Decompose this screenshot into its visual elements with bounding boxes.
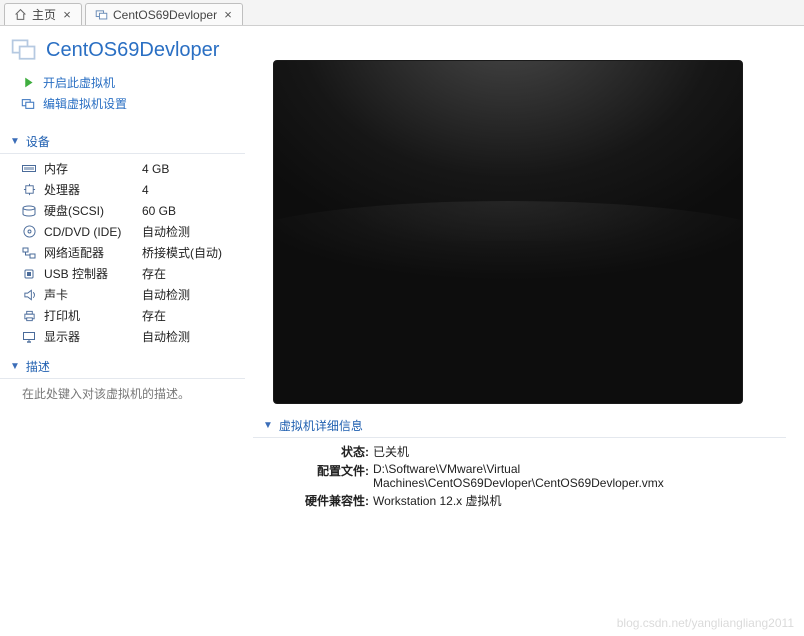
device-row-cpu[interactable]: 处理器 4 bbox=[0, 179, 245, 200]
device-value: 自动检测 bbox=[142, 286, 190, 303]
device-value: 4 GB bbox=[142, 162, 169, 176]
device-value: 桥接模式(自动) bbox=[142, 244, 222, 261]
description-placeholder[interactable]: 在此处键入对该虚拟机的描述。 bbox=[0, 383, 245, 406]
section-title: 虚拟机详细信息 bbox=[279, 417, 363, 434]
detail-value: D:\Software\VMware\Virtual Machines\Cent… bbox=[373, 462, 773, 490]
network-icon bbox=[20, 247, 38, 259]
tab-vm[interactable]: CentOS69Devloper × bbox=[85, 3, 243, 25]
section-title: 设备 bbox=[26, 133, 50, 150]
device-row-memory[interactable]: 内存 4 GB bbox=[0, 158, 245, 179]
device-value: 存在 bbox=[142, 265, 166, 282]
device-row-usb[interactable]: USB 控制器 存在 bbox=[0, 263, 245, 284]
right-pane: ▼ 虚拟机详细信息 状态: 已关机 配置文件: D:\Software\VMwa… bbox=[245, 26, 804, 636]
detail-value: 已关机 bbox=[373, 443, 409, 460]
cpu-icon bbox=[20, 183, 38, 196]
tab-home[interactable]: 主页 × bbox=[4, 3, 82, 25]
description-section: ▼ 描述 在此处键入对该虚拟机的描述。 bbox=[0, 355, 245, 406]
device-name: USB 控制器 bbox=[44, 265, 142, 282]
device-row-network[interactable]: 网络适配器 桥接模式(自动) bbox=[0, 242, 245, 263]
display-icon bbox=[20, 331, 38, 343]
chevron-down-icon: ▼ bbox=[10, 361, 20, 372]
memory-icon bbox=[20, 164, 38, 174]
detail-value: Workstation 12.x 虚拟机 bbox=[373, 492, 502, 509]
action-label: 编辑虚拟机设置 bbox=[43, 95, 127, 112]
section-header-devices[interactable]: ▼ 设备 bbox=[0, 130, 245, 154]
section-header-details[interactable]: ▼ 虚拟机详细信息 bbox=[253, 414, 786, 438]
chevron-down-icon: ▼ bbox=[10, 136, 20, 147]
sound-icon bbox=[20, 289, 38, 301]
section-title: 描述 bbox=[26, 358, 50, 375]
device-value: 自动检测 bbox=[142, 328, 190, 345]
device-row-disk[interactable]: 硬盘(SCSI) 60 GB bbox=[0, 200, 245, 221]
device-name: 打印机 bbox=[44, 307, 142, 324]
tab-bar: 主页 × CentOS69Devloper × bbox=[0, 0, 804, 26]
device-row-display[interactable]: 显示器 自动检测 bbox=[0, 326, 245, 347]
device-value: 存在 bbox=[142, 307, 166, 324]
device-name: CD/DVD (IDE) bbox=[44, 225, 142, 239]
disc-icon bbox=[20, 225, 38, 238]
devices-section: ▼ 设备 内存 4 GB 处理器 4 硬盘(SCSI) 60 GB bbox=[0, 130, 245, 347]
page-title: CentOS69Devloper bbox=[46, 39, 219, 62]
device-value: 4 bbox=[142, 183, 149, 197]
vm-icon bbox=[10, 36, 38, 64]
edit-vm-settings-link[interactable]: 编辑虚拟机设置 bbox=[20, 95, 245, 112]
device-row-sound[interactable]: 声卡 自动检测 bbox=[0, 284, 245, 305]
settings-icon bbox=[20, 96, 36, 112]
detail-key: 硬件兼容性: bbox=[301, 492, 369, 509]
play-icon bbox=[20, 75, 36, 91]
printer-icon bbox=[20, 310, 38, 322]
device-value: 60 GB bbox=[142, 204, 176, 218]
section-header-description[interactable]: ▼ 描述 bbox=[0, 355, 245, 379]
detail-row-config: 配置文件: D:\Software\VMware\Virtual Machine… bbox=[301, 461, 786, 491]
main-layout: CentOS69Devloper 开启此虚拟机 编辑虚拟机设置 bbox=[0, 26, 804, 636]
device-row-printer[interactable]: 打印机 存在 bbox=[0, 305, 245, 326]
chevron-down-icon: ▼ bbox=[263, 420, 273, 431]
vm-title-row: CentOS69Devloper bbox=[0, 32, 245, 72]
tab-label: CentOS69Devloper bbox=[113, 8, 217, 22]
vm-actions: 开启此虚拟机 编辑虚拟机设置 bbox=[0, 72, 245, 122]
power-on-vm-link[interactable]: 开启此虚拟机 bbox=[20, 74, 245, 91]
close-icon[interactable]: × bbox=[222, 9, 234, 21]
home-icon bbox=[13, 8, 27, 22]
device-name: 处理器 bbox=[44, 181, 142, 198]
vm-details-section: ▼ 虚拟机详细信息 状态: 已关机 配置文件: D:\Software\VMwa… bbox=[245, 414, 786, 510]
vm-tab-icon bbox=[94, 8, 108, 22]
detail-row-state: 状态: 已关机 bbox=[301, 442, 786, 461]
device-name: 显示器 bbox=[44, 328, 142, 345]
device-name: 网络适配器 bbox=[44, 244, 142, 261]
device-row-cddvd[interactable]: CD/DVD (IDE) 自动检测 bbox=[0, 221, 245, 242]
device-name: 内存 bbox=[44, 160, 142, 177]
vm-preview-thumbnail[interactable] bbox=[273, 60, 743, 404]
detail-row-compat: 硬件兼容性: Workstation 12.x 虚拟机 bbox=[301, 491, 786, 510]
action-label: 开启此虚拟机 bbox=[43, 74, 115, 91]
detail-key: 状态: bbox=[301, 443, 369, 460]
device-name: 声卡 bbox=[44, 286, 142, 303]
detail-key: 配置文件: bbox=[301, 462, 369, 490]
tab-label: 主页 bbox=[32, 6, 56, 23]
device-name: 硬盘(SCSI) bbox=[44, 202, 142, 219]
device-list: 内存 4 GB 处理器 4 硬盘(SCSI) 60 GB CD/DVD (IDE… bbox=[0, 158, 245, 347]
watermark-text: blog.csdn.net/yangliangliang2011 bbox=[617, 616, 794, 630]
left-pane: CentOS69Devloper 开启此虚拟机 编辑虚拟机设置 bbox=[0, 26, 245, 636]
usb-icon bbox=[20, 268, 38, 280]
close-icon[interactable]: × bbox=[61, 9, 73, 21]
device-value: 自动检测 bbox=[142, 223, 190, 240]
hard-disk-icon bbox=[20, 205, 38, 217]
